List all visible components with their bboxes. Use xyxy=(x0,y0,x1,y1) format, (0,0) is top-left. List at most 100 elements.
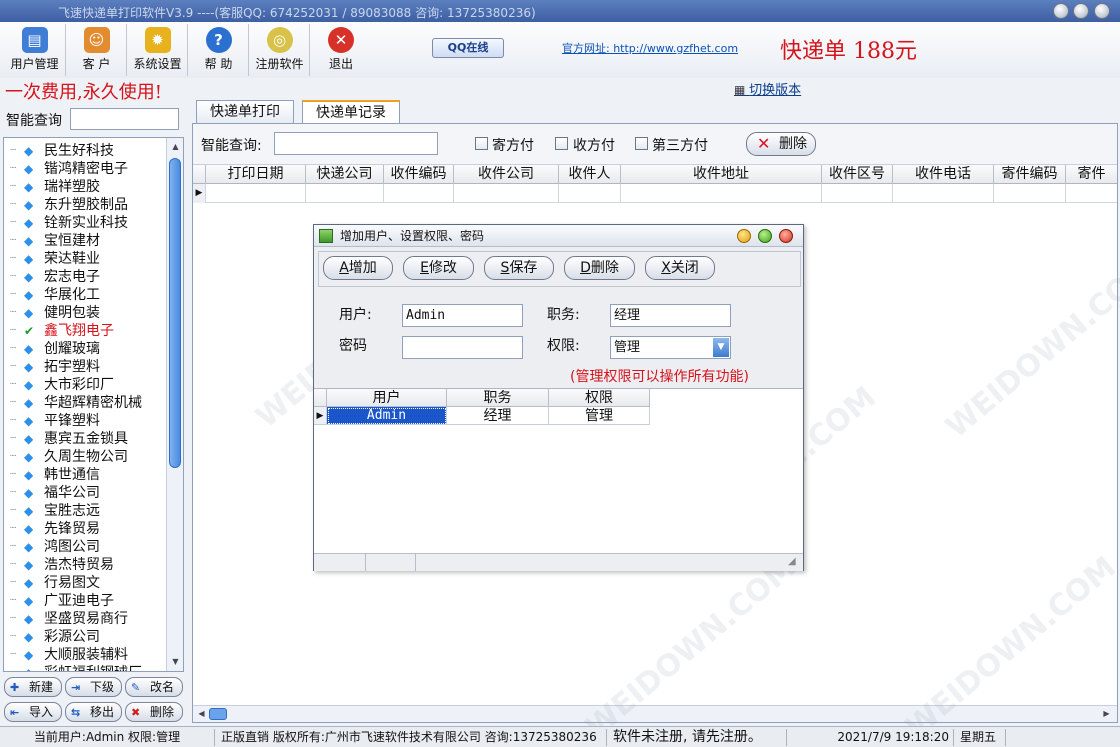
import-button[interactable]: ⇤ 导入 xyxy=(4,702,62,722)
column-header[interactable]: 快递公司 xyxy=(306,165,384,184)
maximize-button[interactable] xyxy=(1073,3,1089,19)
save-user-button[interactable]: S保存 xyxy=(484,256,554,280)
list-item[interactable]: ┈ ◆ 华展化工 xyxy=(4,286,166,304)
list-item[interactable]: ┈ ◆ 广亚迪电子 xyxy=(4,592,166,610)
list-item[interactable]: ┈ ◆ 瑞祥塑胶 xyxy=(4,178,166,196)
column-header[interactable]: 收件地址 xyxy=(621,165,822,184)
official-site-link[interactable]: 官方网址: http://www.gzfhet.com xyxy=(562,40,738,56)
move-out-button[interactable]: ⇆ 移出 xyxy=(65,702,122,722)
checkbox-receiver-pays[interactable] xyxy=(555,137,568,150)
list-item[interactable]: ┈ ◆ 浩杰特贸易 xyxy=(4,556,166,574)
role-field[interactable]: 经理 xyxy=(610,304,731,327)
column-header[interactable]: 收件区号 xyxy=(822,165,893,184)
grid-cell[interactable] xyxy=(454,184,559,203)
list-item[interactable]: ┈ ◆ 荣达鞋业 xyxy=(4,250,166,268)
list-item[interactable]: ┈ ◆ 铨新实业科技 xyxy=(4,214,166,232)
list-item[interactable]: ┈ ◆ 创耀玻璃 xyxy=(4,340,166,358)
grid-cell[interactable] xyxy=(994,184,1066,203)
list-item[interactable]: ┈ ◆ 大市彩印厂 xyxy=(4,376,166,394)
list-item[interactable]: ┈ ✔ 鑫飞翔电子 xyxy=(4,322,166,340)
minimize-button[interactable] xyxy=(1053,3,1069,19)
scroll-left-icon[interactable]: ◀ xyxy=(196,707,207,721)
grid-cell-role[interactable]: 经理 xyxy=(447,407,549,425)
list-item[interactable]: ┈ ◆ 平锋塑料 xyxy=(4,412,166,430)
dialog-minimize-button[interactable] xyxy=(737,229,751,243)
records-horizontal-scrollbar[interactable]: ◀ ▶ xyxy=(193,705,1117,722)
list-item[interactable]: ┈ ◆ 惠宾五金锁具 xyxy=(4,430,166,448)
column-header[interactable]: 打印日期 xyxy=(206,165,306,184)
grid-cell-user[interactable]: Admin xyxy=(327,407,447,425)
table-row[interactable]: ▶ xyxy=(193,184,1117,203)
toolbar-customers[interactable]: ☺ 客 户 xyxy=(67,24,127,76)
list-item[interactable]: ┈ ◆ 坚盛贸易商行 xyxy=(4,610,166,628)
scroll-up-icon[interactable]: ▲ xyxy=(170,140,181,154)
checkbox-third-party-pays[interactable] xyxy=(635,137,648,150)
user-field[interactable]: Admin xyxy=(402,304,523,327)
records-search-input[interactable] xyxy=(274,132,438,155)
sub-level-button[interactable]: ⇥ 下级 xyxy=(65,677,122,697)
add-user-button[interactable]: A增加 xyxy=(323,256,393,280)
list-item[interactable]: ┈ ◆ 华超辉精密机械 xyxy=(4,394,166,412)
grid-cell[interactable] xyxy=(621,184,822,203)
list-item[interactable]: ┈ ◆ 健明包装 xyxy=(4,304,166,322)
scroll-right-icon[interactable]: ▶ xyxy=(1101,707,1112,721)
list-item[interactable]: ┈ ◆ 韩世通信 xyxy=(4,466,166,484)
toolbar-register[interactable]: ◎ 注册软件 xyxy=(250,24,310,76)
grid-cell[interactable] xyxy=(559,184,621,203)
tree-scrollbar[interactable]: ▲ ▼ xyxy=(166,138,183,671)
scrollbar-thumb[interactable] xyxy=(169,158,181,468)
column-header[interactable]: 收件人 xyxy=(559,165,621,184)
column-header[interactable]: 收件公司 xyxy=(454,165,559,184)
close-dialog-button[interactable]: X关闭 xyxy=(645,256,715,280)
toolbar-system-settings[interactable]: ✹ 系统设置 xyxy=(128,24,188,76)
toolbar-help[interactable]: ? 帮 助 xyxy=(189,24,249,76)
column-header[interactable]: 收件编码 xyxy=(384,165,454,184)
list-item[interactable]: ┈ ◆ 拓宇塑料 xyxy=(4,358,166,376)
dialog-maximize-button[interactable] xyxy=(758,229,772,243)
list-item[interactable]: ┈ ◆ 久周生物公司 xyxy=(4,448,166,466)
close-window-button[interactable] xyxy=(1094,3,1110,19)
grid-cell-permission[interactable]: 管理 xyxy=(549,407,650,425)
delete-record-button[interactable]: ✕ 删除 xyxy=(746,132,816,156)
column-header[interactable]: 职务 xyxy=(447,389,549,407)
list-item[interactable]: ┈ ◆ 大顺服装辅料 xyxy=(4,646,166,664)
list-item[interactable]: ┈ ◆ 宝恒建材 xyxy=(4,232,166,250)
toolbar-user-management[interactable]: ▤ 用户管理 xyxy=(4,24,66,76)
qq-online-button[interactable]: QQ在线 xyxy=(432,38,504,58)
delete-node-button[interactable]: ✖ 删除 xyxy=(125,702,183,722)
scroll-down-icon[interactable]: ▼ xyxy=(170,655,181,669)
resize-grip-icon[interactable]: ◢ xyxy=(788,556,796,567)
edit-user-button[interactable]: E修改 xyxy=(403,256,474,280)
rename-button[interactable]: ✎ 改名 xyxy=(125,677,183,697)
delete-user-button[interactable]: D删除 xyxy=(564,256,635,280)
checkbox-sender-pays[interactable] xyxy=(475,137,488,150)
grid-cell[interactable] xyxy=(306,184,384,203)
column-header[interactable]: 寄件编码 xyxy=(994,165,1066,184)
new-button[interactable]: ✚ 新建 xyxy=(4,677,62,697)
list-item[interactable]: ┈◆ 彩虹福利钢球厂 xyxy=(4,664,166,671)
list-item[interactable]: ┈ ◆ 彩源公司 xyxy=(4,628,166,646)
list-item[interactable]: ┈ ◆ 福华公司 xyxy=(4,484,166,502)
column-header[interactable]: 用户 xyxy=(327,389,447,407)
list-item[interactable]: ┈ ◆ 民生好科技 xyxy=(4,142,166,160)
list-item[interactable]: ┈ ◆ 宏志电子 xyxy=(4,268,166,286)
list-item[interactable]: ┈ ◆ 宝胜志远 xyxy=(4,502,166,520)
switch-version-link[interactable]: ▦ 切换版本 xyxy=(734,79,801,98)
toolbar-exit[interactable]: ✕ 退出 xyxy=(311,24,371,76)
list-item[interactable]: ┈ ◆ 东升塑胶制品 xyxy=(4,196,166,214)
permission-select[interactable]: 管理 ▼ xyxy=(610,336,731,359)
column-header[interactable]: 寄件 xyxy=(1066,165,1117,184)
password-field[interactable] xyxy=(402,336,523,359)
list-item[interactable]: ┈ ◆ 鸿图公司 xyxy=(4,538,166,556)
list-item[interactable]: ┈ ◆ 行易图文 xyxy=(4,574,166,592)
grid-cell[interactable] xyxy=(893,184,994,203)
tab-print[interactable]: 快递单打印 xyxy=(196,100,294,124)
scrollbar-thumb[interactable] xyxy=(209,708,227,720)
column-header[interactable]: 权限 xyxy=(549,389,650,407)
grid-cell[interactable] xyxy=(206,184,306,203)
dialog-close-button[interactable] xyxy=(779,229,793,243)
tab-records[interactable]: 快递单记录 xyxy=(302,100,400,124)
chevron-down-icon[interactable]: ▼ xyxy=(713,338,729,357)
column-header[interactable]: 收件电话 xyxy=(893,165,994,184)
grid-cell[interactable] xyxy=(822,184,893,203)
